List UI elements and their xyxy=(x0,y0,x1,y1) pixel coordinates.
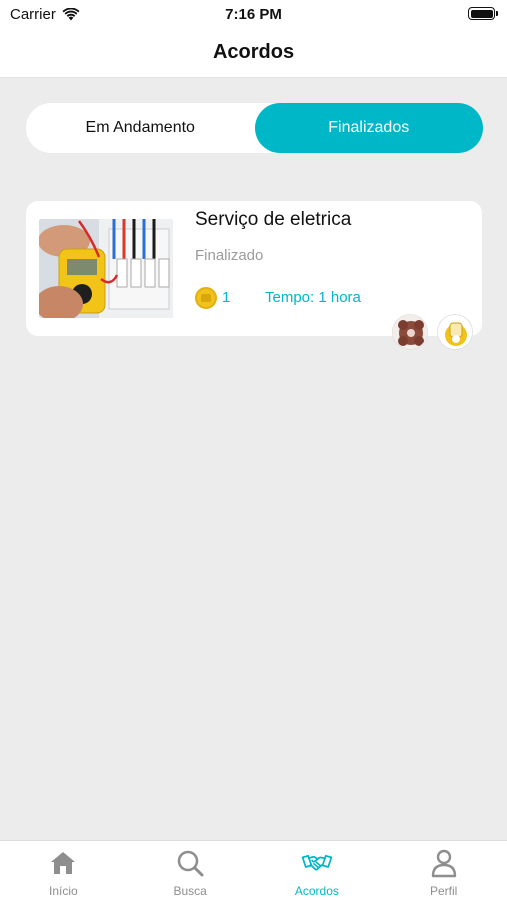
avatar xyxy=(437,314,473,350)
search-icon xyxy=(177,850,204,877)
person-icon xyxy=(431,849,456,878)
status-bar: Carrier 7:16 PM xyxy=(0,0,507,28)
coin-icon xyxy=(195,287,217,309)
tab-label-acordos: Acordos xyxy=(294,884,339,898)
page-title: Acordos xyxy=(212,41,295,63)
tab-busca[interactable]: Busca xyxy=(127,841,254,900)
screen: Carrier 7:16 PM Acordos Em Andamento Fin… xyxy=(0,0,507,900)
coin-count: 1 xyxy=(222,289,231,306)
segment-finalizados[interactable]: Finalizados xyxy=(254,103,483,153)
tab-label-inicio: Início xyxy=(49,884,78,898)
battery-icon xyxy=(468,7,498,20)
tab-label-perfil: Perfil xyxy=(429,884,458,898)
tab-acordos[interactable]: Acordos xyxy=(254,841,381,900)
handshake-icon xyxy=(301,854,333,871)
home-icon xyxy=(51,852,76,874)
tab-bar: Início Busca Acordos Perfil xyxy=(0,840,507,900)
agreement-card[interactable]: Serviço de eletrica Finalizado 1 Tempo: … xyxy=(26,201,482,350)
tab-inicio[interactable]: Início xyxy=(0,841,127,900)
agreement-title: Serviço de eletrica xyxy=(195,209,352,230)
nav-bar: Acordos xyxy=(0,28,507,78)
status-time: 7:16 PM xyxy=(225,5,282,23)
agreement-duration: Tempo: 1 hora xyxy=(265,289,361,306)
tab-perfil[interactable]: Perfil xyxy=(380,841,507,900)
tab-label-busca: Busca xyxy=(173,884,207,898)
status-segmented-control: Em Andamento Finalizados xyxy=(26,103,483,153)
avatar xyxy=(392,314,428,350)
agreement-status: Finalizado xyxy=(195,247,264,264)
service-thumbnail xyxy=(39,219,173,318)
segment-em-andamento[interactable]: Em Andamento xyxy=(26,103,255,153)
